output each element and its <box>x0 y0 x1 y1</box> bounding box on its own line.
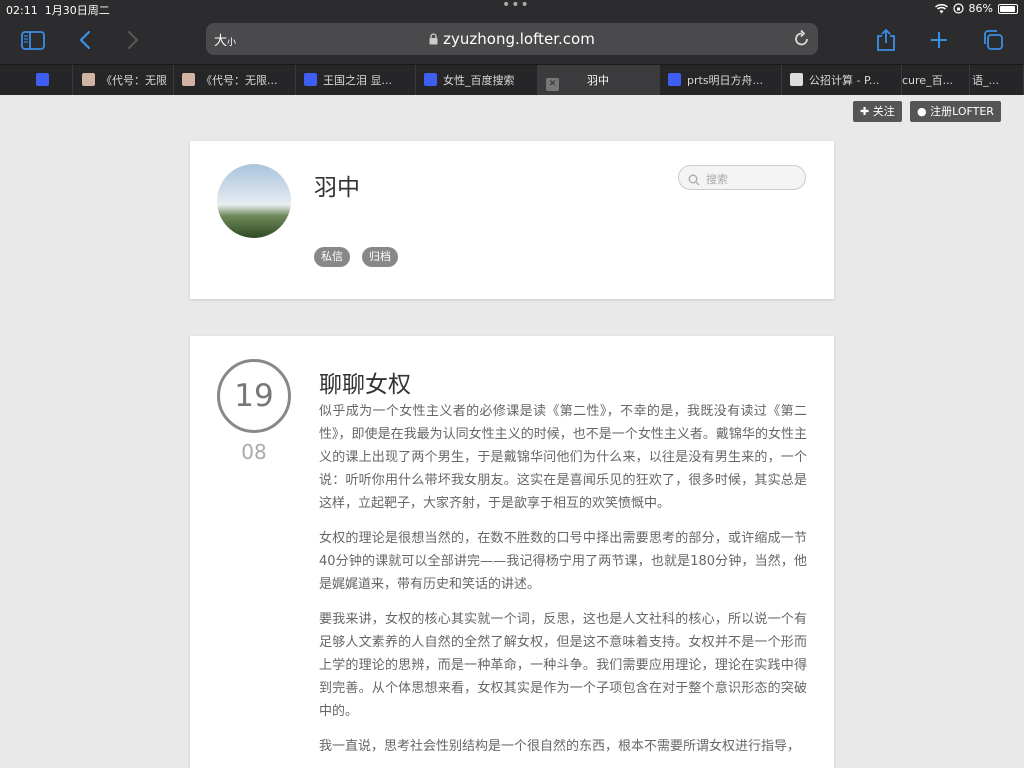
user-icon: ● <box>917 105 927 118</box>
post-paragraph: 要我来讲，女权的核心其实就一个词，反思，这也是人文社科的核心，所以说一个有足够人… <box>319 612 807 719</box>
address-bar[interactable]: 大小 zyuzhong.lofter.com <box>206 23 818 55</box>
tab-6[interactable]: prts明日方舟... <box>660 65 782 95</box>
profile-card: 羽中 搜索 私信 归档 <box>190 141 834 299</box>
search-input[interactable]: 搜索 <box>678 165 806 190</box>
battery-icon <box>998 3 1018 14</box>
multitask-dots-icon[interactable]: ••• <box>502 0 530 13</box>
anime-avatar-icon <box>182 73 195 86</box>
forward-icon[interactable] <box>118 26 148 54</box>
tab-9[interactable]: 语_... <box>970 65 1024 95</box>
tab-8[interactable]: cure_百... <box>902 65 970 95</box>
reload-icon[interactable] <box>794 29 810 51</box>
post-month: 08 <box>241 440 267 464</box>
new-tab-icon[interactable] <box>924 26 954 54</box>
post-card: 19 08 聊聊女权 似乎成为一个女性主义者的必修课是读《第二性》，不幸的是，我… <box>190 336 834 768</box>
archive-button[interactable]: 归档 <box>362 247 398 267</box>
post-paragraph: 似乎成为一个女性主义者的必修课是读《第二性》，不幸的是，我既没有读过《第二性》，… <box>319 404 807 511</box>
tab-4[interactable]: 女性_百度搜索 <box>416 65 538 95</box>
back-icon[interactable] <box>70 26 100 54</box>
tab-bar: 《代号：无限 《代号：无限... 王国之泪 显... 女性_百度搜索 ✕ 羽中 p… <box>0 64 1024 95</box>
browser-toolbar: 大小 zyuzhong.lofter.com <box>0 18 1024 64</box>
blog-name[interactable]: 羽中 <box>314 168 360 202</box>
anime-avatar-icon <box>82 73 95 86</box>
orientation-lock-icon <box>952 3 964 14</box>
status-right: 86% <box>934 2 1018 15</box>
tab-0[interactable] <box>28 65 73 95</box>
lock-icon <box>429 33 438 45</box>
search-icon <box>688 171 700 190</box>
avatar[interactable] <box>217 164 291 238</box>
post-paragraph: 女权的理论是很想当然的，在数不胜数的口号中择出需要思考的部分，或许缩成一节40分… <box>319 531 807 592</box>
plus-icon: ✚ <box>860 105 870 118</box>
post-body: 似乎成为一个女性主义者的必修课是读《第二性》，不幸的是，我既没有读过《第二性》，… <box>319 400 807 768</box>
follow-button[interactable]: ✚ 关注 <box>853 101 902 122</box>
search-placeholder: 搜索 <box>706 173 728 186</box>
tab-7[interactable]: 公招计算 - P... <box>782 65 902 95</box>
close-icon[interactable]: ✕ <box>546 78 559 91</box>
tabs-overview-icon[interactable] <box>978 26 1008 54</box>
status-time: 02:11 1月30日周二 <box>6 4 110 17</box>
baidu-paw-icon <box>36 73 49 86</box>
tab-3[interactable]: 王国之泪 显... <box>296 65 416 95</box>
post-paragraph: 我一直说，思考社会性别结构是一个很自然的东西，根本不需要所谓女权进行指导， <box>319 739 801 754</box>
baidu-paw-icon <box>304 73 317 86</box>
page-icon <box>790 73 803 86</box>
register-button[interactable]: ● 注册LOFTER <box>910 101 1001 122</box>
baidu-paw-icon <box>424 73 437 86</box>
tab-2[interactable]: 《代号：无限... <box>174 65 296 95</box>
tab-active[interactable]: ✕ 羽中 <box>538 65 660 95</box>
tab-1[interactable]: 《代号：无限 <box>74 65 174 95</box>
message-button[interactable]: 私信 <box>314 247 350 267</box>
url-text[interactable]: zyuzhong.lofter.com <box>206 30 818 48</box>
battery-percent: 86% <box>968 2 993 15</box>
baidu-paw-icon <box>668 73 681 86</box>
sidebar-icon[interactable] <box>18 26 48 54</box>
status-bar: 02:11 1月30日周二 ••• 86% <box>0 0 1024 18</box>
wifi-icon <box>934 3 948 13</box>
share-icon[interactable] <box>871 26 901 54</box>
post-day: 19 <box>217 359 291 433</box>
post-title[interactable]: 聊聊女权 <box>319 365 411 399</box>
